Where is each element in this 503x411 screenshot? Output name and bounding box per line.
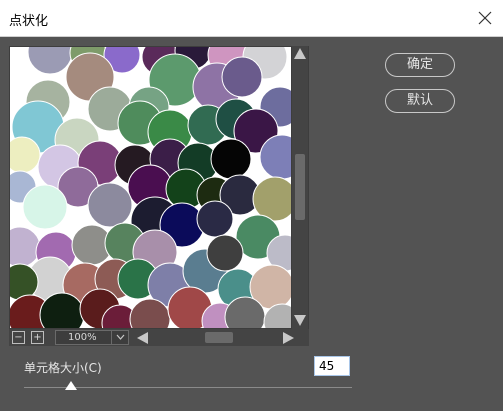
plus-icon: + bbox=[33, 332, 42, 343]
zoom-dropdown-button[interactable] bbox=[111, 331, 128, 344]
scroll-right-icon[interactable] bbox=[283, 332, 294, 344]
scroll-down-icon[interactable] bbox=[294, 315, 306, 326]
scroll-left-icon[interactable] bbox=[137, 332, 148, 344]
horizontal-scrollbar[interactable] bbox=[133, 329, 294, 346]
scroll-up-icon[interactable] bbox=[294, 48, 306, 59]
preview-toolbar: − + 100% bbox=[9, 329, 309, 346]
ok-button[interactable]: 确定 bbox=[385, 53, 455, 77]
cell-size-label: 单元格大小(C) bbox=[24, 361, 102, 375]
preview-panel: − + 100% bbox=[9, 46, 309, 346]
close-icon bbox=[478, 11, 492, 25]
title-bar: 点状化 bbox=[0, 0, 503, 37]
zoom-out-button[interactable]: − bbox=[12, 331, 25, 344]
pointillize-dialog: 点状化 − + 100% 确定 默认 单元格大小(C) 45 bbox=[0, 0, 503, 411]
chevron-down-icon bbox=[116, 334, 125, 340]
cell-size-input[interactable]: 45 bbox=[314, 356, 350, 376]
minus-icon: − bbox=[14, 332, 23, 343]
zoom-level-value: 100% bbox=[68, 332, 97, 343]
zoom-level-select[interactable]: 100% bbox=[55, 330, 129, 345]
dialog-title: 点状化 bbox=[9, 14, 49, 29]
horizontal-scroll-thumb[interactable] bbox=[205, 332, 233, 343]
close-button[interactable] bbox=[467, 0, 503, 36]
cell-size-slider-thumb[interactable] bbox=[65, 381, 77, 390]
zoom-in-button[interactable]: + bbox=[31, 331, 44, 344]
preview-image[interactable] bbox=[10, 47, 291, 328]
pointillize-preview-graphic bbox=[10, 47, 291, 328]
vertical-scrollbar[interactable] bbox=[292, 46, 308, 329]
vertical-scroll-thumb[interactable] bbox=[295, 154, 305, 220]
default-button[interactable]: 默认 bbox=[385, 89, 455, 113]
